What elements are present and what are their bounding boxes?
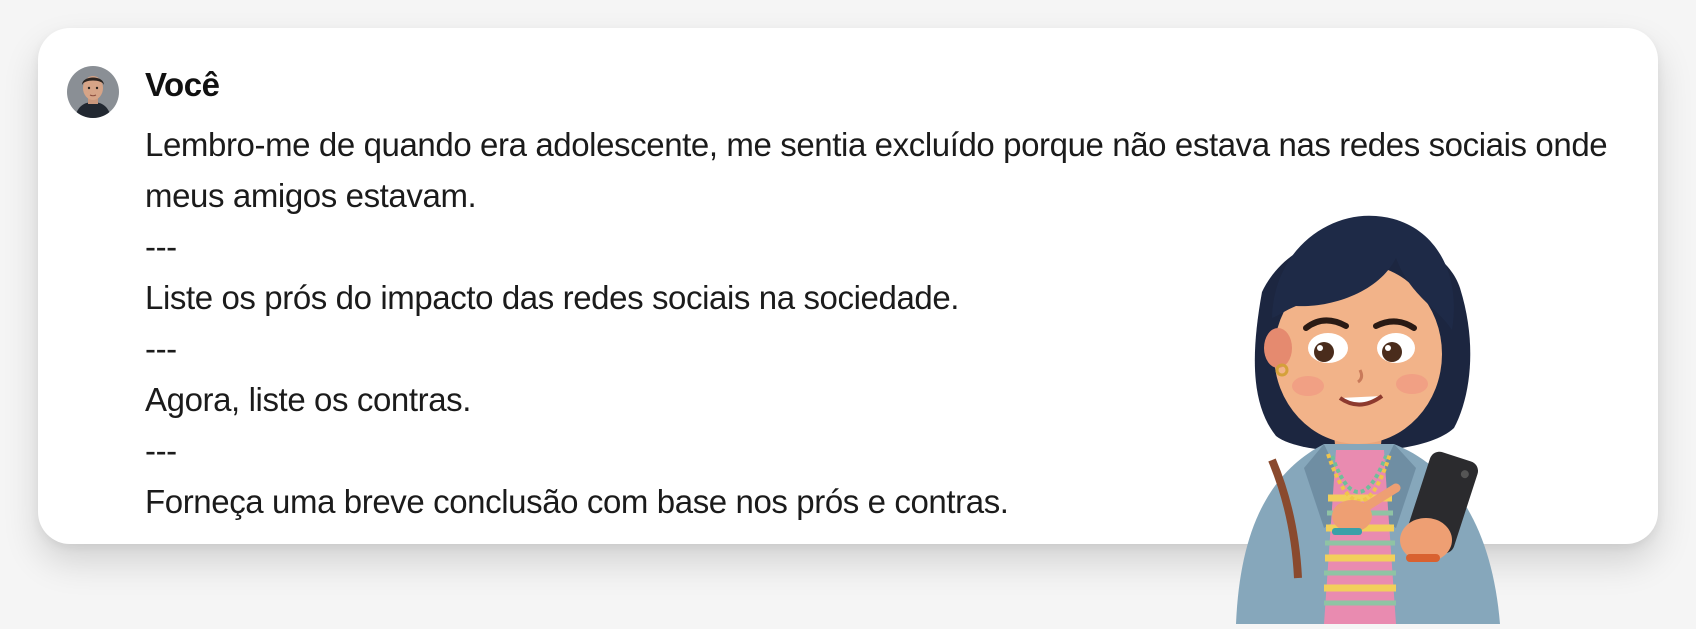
message-author: Você (145, 66, 220, 103)
user-avatar-icon (67, 66, 119, 118)
cartoon-girl-illustration (1200, 198, 1530, 624)
cartoon-girl-with-phone-icon (1236, 215, 1500, 624)
user-avatar[interactable] (67, 66, 119, 118)
